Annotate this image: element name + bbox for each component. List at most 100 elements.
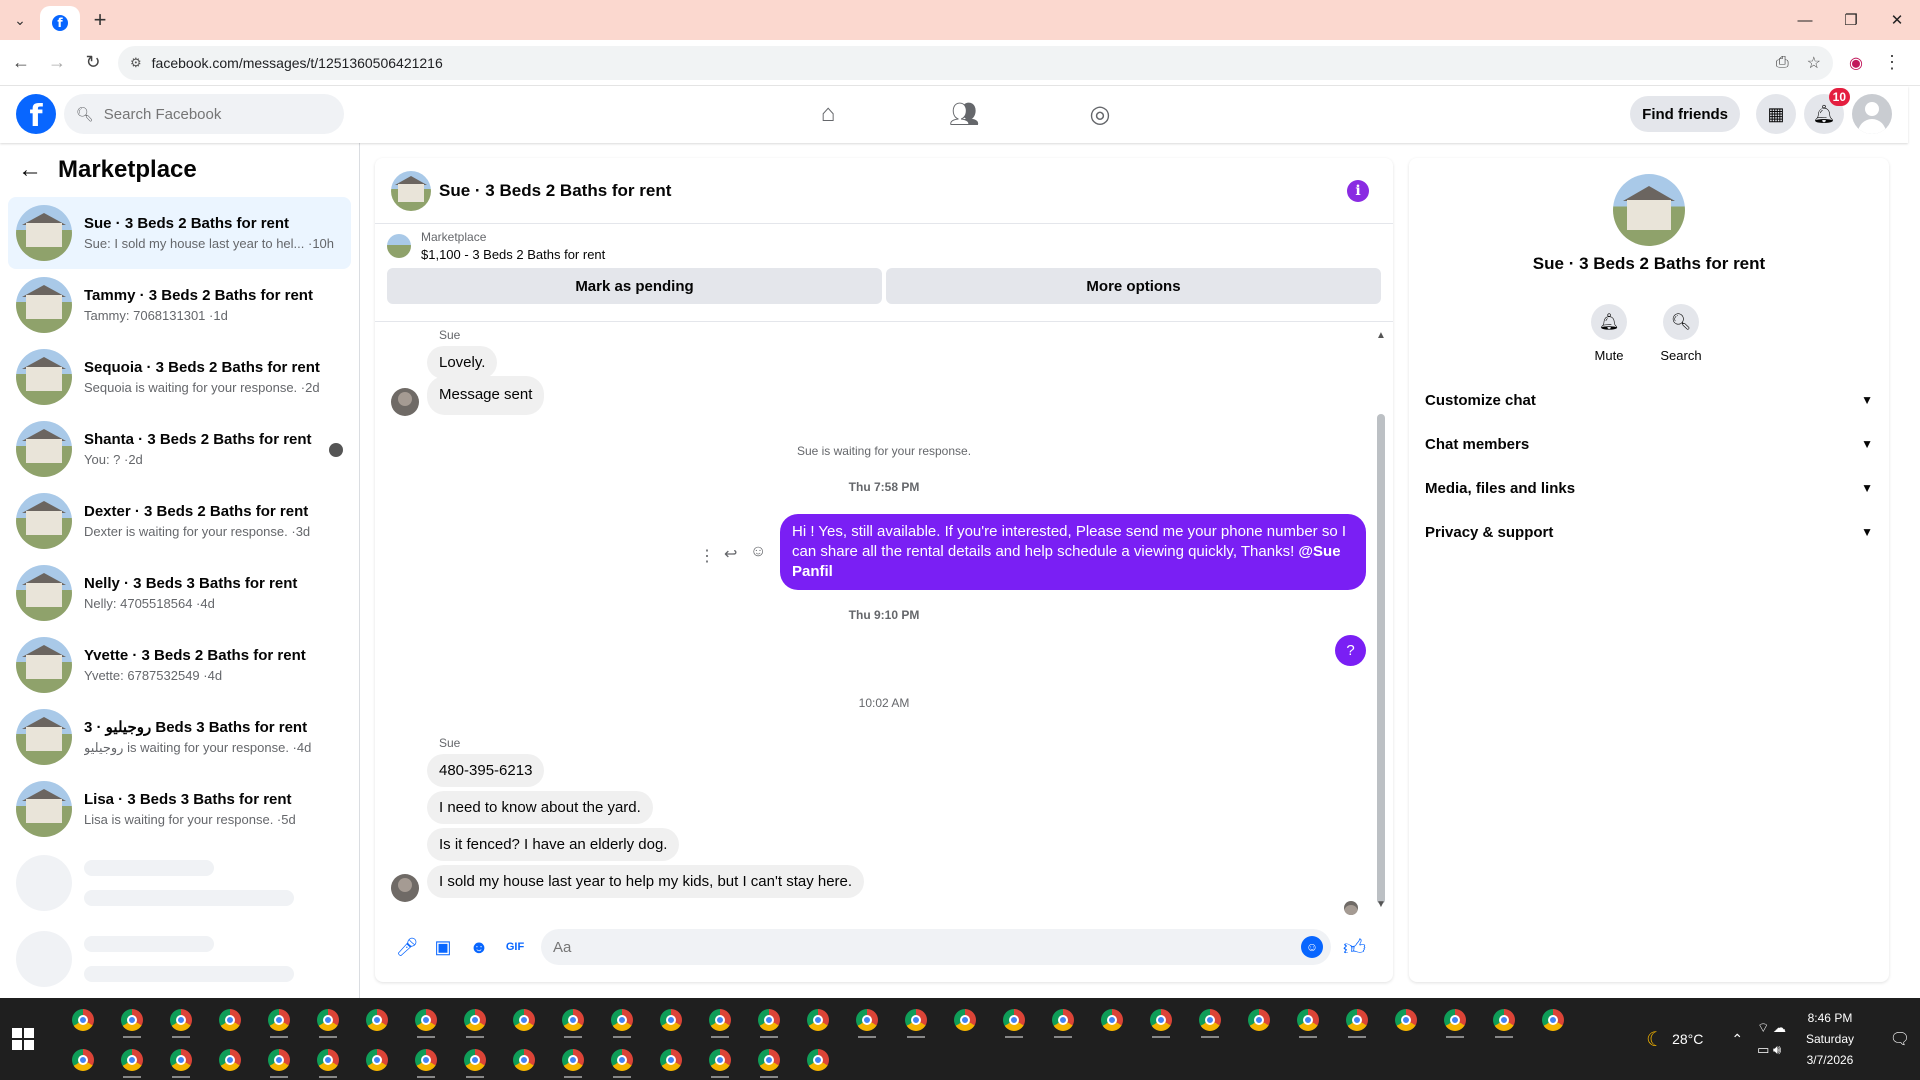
taskbar-chrome-icon[interactable] bbox=[793, 1000, 842, 1040]
chat-title[interactable]: Sue · 3 Beds 2 Baths for rent bbox=[439, 181, 671, 201]
clock[interactable]: 8:46 PM Saturday 3/7/2026 bbox=[1806, 1008, 1854, 1071]
taskbar-chrome-icon[interactable] bbox=[58, 1040, 107, 1080]
taskbar-chrome-icon[interactable] bbox=[744, 1040, 793, 1080]
close-window-icon[interactable]: ✕ bbox=[1874, 0, 1920, 40]
taskbar-chrome-icon[interactable] bbox=[303, 1000, 352, 1040]
mute-action[interactable]: 🔔︎ Mute bbox=[1579, 304, 1639, 363]
taskbar-chrome-icon[interactable] bbox=[1381, 1000, 1430, 1040]
message-bubble-incoming[interactable]: Is it fenced? I have an elderly dog. bbox=[427, 828, 680, 861]
forward-arrow-icon[interactable]: → bbox=[42, 48, 72, 78]
facebook-search-box[interactable]: 🔍︎ bbox=[64, 94, 344, 134]
taskbar-chrome-icon[interactable] bbox=[597, 1040, 646, 1080]
message-bubble-incoming[interactable]: Message sent bbox=[427, 376, 545, 415]
bell-icon[interactable]: 🔔︎ bbox=[1591, 304, 1627, 340]
more-actions-icon[interactable]: ⋮ bbox=[699, 546, 715, 566]
taskbar-chrome-icon[interactable] bbox=[58, 1000, 107, 1040]
install-app-icon[interactable]: ⎙ bbox=[1776, 54, 1789, 72]
taskbar-chrome-icon[interactable] bbox=[352, 1000, 401, 1040]
scroll-up-icon[interactable]: ▲ bbox=[1376, 330, 1386, 341]
taskbar-chrome-icon[interactable] bbox=[107, 1000, 156, 1040]
site-info-icon[interactable]: ⚙ bbox=[130, 55, 142, 71]
search-action[interactable]: 🔍︎ Search bbox=[1651, 304, 1711, 363]
wifi-icon[interactable]: ⌔ ☁ bbox=[1757, 1017, 1786, 1039]
taskbar-chrome-icon[interactable] bbox=[646, 1040, 695, 1080]
weather-widget[interactable]: ☾ 28°C bbox=[1646, 1027, 1703, 1052]
taskbar-chrome-icon[interactable] bbox=[548, 1040, 597, 1080]
browser-tab-facebook[interactable]: f bbox=[40, 6, 80, 40]
chat-listing-thumbnail[interactable] bbox=[391, 170, 431, 211]
restore-icon[interactable]: ❐ bbox=[1828, 0, 1874, 40]
taskbar-chrome-icon[interactable] bbox=[940, 1000, 989, 1040]
taskbar-chrome-icon[interactable] bbox=[1234, 1000, 1283, 1040]
taskbar-chrome-icon[interactable] bbox=[156, 1000, 205, 1040]
network-volume-icon[interactable]: ▭ 🔊︎ bbox=[1757, 1039, 1786, 1061]
accordion-chat-members[interactable]: Chat members ▼ bbox=[1425, 422, 1873, 466]
taskbar-chrome-icon[interactable] bbox=[450, 1040, 499, 1080]
taskbar-chrome-icon[interactable] bbox=[450, 1000, 499, 1040]
taskbar-chrome-icon[interactable] bbox=[891, 1000, 940, 1040]
sender-avatar[interactable] bbox=[391, 874, 419, 902]
tab-search-chevron-icon[interactable]: ⌄ bbox=[0, 0, 40, 40]
url-omnibox[interactable]: ⚙ facebook.com/messages/t/12513605064212… bbox=[118, 45, 1833, 80]
account-avatar[interactable] bbox=[1852, 94, 1892, 134]
taskbar-chrome-icon[interactable] bbox=[1185, 1000, 1234, 1040]
conversation-item[interactable]: Nelly · 3 Beds 3 Baths for rent Nelly: 47… bbox=[8, 557, 351, 629]
facebook-search-input[interactable] bbox=[103, 105, 324, 123]
scroll-down-icon[interactable]: ▼ bbox=[1376, 899, 1386, 910]
windows-start-icon[interactable] bbox=[12, 1028, 34, 1050]
taskbar-chrome-icon[interactable] bbox=[156, 1040, 205, 1080]
taskbar-chrome-icon[interactable] bbox=[1528, 1000, 1577, 1040]
mark-as-pending-button[interactable]: Mark as pending bbox=[387, 268, 882, 304]
taskbar-chrome-icon[interactable] bbox=[107, 1040, 156, 1080]
find-friends-button[interactable]: Find friends bbox=[1630, 96, 1740, 132]
taskbar-chrome-icon[interactable] bbox=[744, 1000, 793, 1040]
conversation-item[interactable]: Sequoia · 3 Beds 2 Baths for rent Sequoia… bbox=[8, 341, 351, 413]
taskbar-chrome-icon[interactable] bbox=[352, 1040, 401, 1080]
react-emoji-icon[interactable]: ☺ bbox=[750, 543, 766, 561]
message-bubble-incoming[interactable]: 480-395-6213 bbox=[427, 754, 545, 787]
taskbar-chrome-icon[interactable] bbox=[989, 1000, 1038, 1040]
accordion-media-files-links[interactable]: Media, files and links ▼ bbox=[1425, 466, 1873, 510]
conversation-item[interactable]: روجيليو · 3 Beds 3 Baths for rent روجيليو… bbox=[8, 701, 351, 773]
marketplace-listing-row[interactable]: Marketplace $1,100 - 3 Beds 2 Baths for … bbox=[375, 224, 1393, 268]
conversation-item[interactable]: Shanta · 3 Beds 2 Baths for rent You: ? ·… bbox=[8, 413, 351, 485]
message-input-box[interactable]: ☺ bbox=[541, 929, 1331, 965]
facebook-logo-icon[interactable]: f bbox=[16, 94, 56, 134]
taskbar-chrome-icon[interactable] bbox=[1136, 1000, 1185, 1040]
search-icon[interactable]: 🔍︎ bbox=[1663, 304, 1699, 340]
taskbar-chrome-icon[interactable] bbox=[1332, 1000, 1381, 1040]
taskbar-chrome-icon[interactable] bbox=[1479, 1000, 1528, 1040]
taskbar-chrome-icon[interactable] bbox=[548, 1000, 597, 1040]
message-bubble-incoming[interactable]: I sold my house last year to help my kid… bbox=[427, 865, 865, 898]
conversation-item[interactable]: Yvette · 3 Beds 2 Baths for rent Yvette: … bbox=[8, 629, 351, 701]
menu-grid-icon[interactable]: ▦ bbox=[1756, 94, 1796, 134]
message-input[interactable] bbox=[553, 938, 1253, 956]
message-bubble-incoming[interactable]: Lovely. bbox=[427, 346, 498, 379]
sticker-icon[interactable]: ☻ bbox=[461, 929, 497, 965]
accordion-customize-chat[interactable]: Customize chat ▼ bbox=[1425, 378, 1873, 422]
back-arrow-icon[interactable]: ← bbox=[18, 156, 42, 184]
taskbar-chrome-icon[interactable] bbox=[401, 1000, 450, 1040]
listing-profile-image[interactable] bbox=[1613, 174, 1685, 246]
minimize-icon[interactable]: — bbox=[1782, 0, 1828, 40]
friends-icon[interactable]: 👥︎ bbox=[896, 86, 1032, 142]
taskbar-chrome-icon[interactable] bbox=[1038, 1000, 1087, 1040]
show-hidden-icons-chevron-icon[interactable]: ⌃ bbox=[1731, 1031, 1743, 1048]
emoji-icon[interactable]: ☺ bbox=[1301, 936, 1323, 958]
conversation-info-icon[interactable]: i bbox=[1347, 180, 1369, 202]
taskbar-chrome-icon[interactable] bbox=[254, 1000, 303, 1040]
taskbar-chrome-icon[interactable] bbox=[695, 1040, 744, 1080]
sender-avatar[interactable] bbox=[391, 388, 419, 416]
taskbar-chrome-icon[interactable] bbox=[254, 1040, 303, 1080]
taskbar-chrome-icon[interactable] bbox=[793, 1040, 842, 1080]
conversation-item[interactable]: Sue · 3 Beds 2 Baths for rent Sue: I sold… bbox=[8, 197, 351, 269]
more-options-button[interactable]: More options bbox=[886, 268, 1381, 304]
taskbar-chrome-icon[interactable] bbox=[205, 1040, 254, 1080]
taskbar-chrome-icon[interactable] bbox=[597, 1000, 646, 1040]
thumbs-up-like-icon[interactable]: 👍︎ bbox=[1343, 934, 1366, 961]
taskbar-chrome-icon[interactable] bbox=[1087, 1000, 1136, 1040]
reload-icon[interactable]: ↻ bbox=[78, 48, 108, 78]
home-icon[interactable]: ⌂ bbox=[760, 86, 896, 142]
conversation-item[interactable]: Lisa · 3 Beds 3 Baths for rent Lisa is wa… bbox=[8, 773, 351, 845]
conversation-item[interactable]: Dexter · 3 Beds 2 Baths for rent Dexter i… bbox=[8, 485, 351, 557]
